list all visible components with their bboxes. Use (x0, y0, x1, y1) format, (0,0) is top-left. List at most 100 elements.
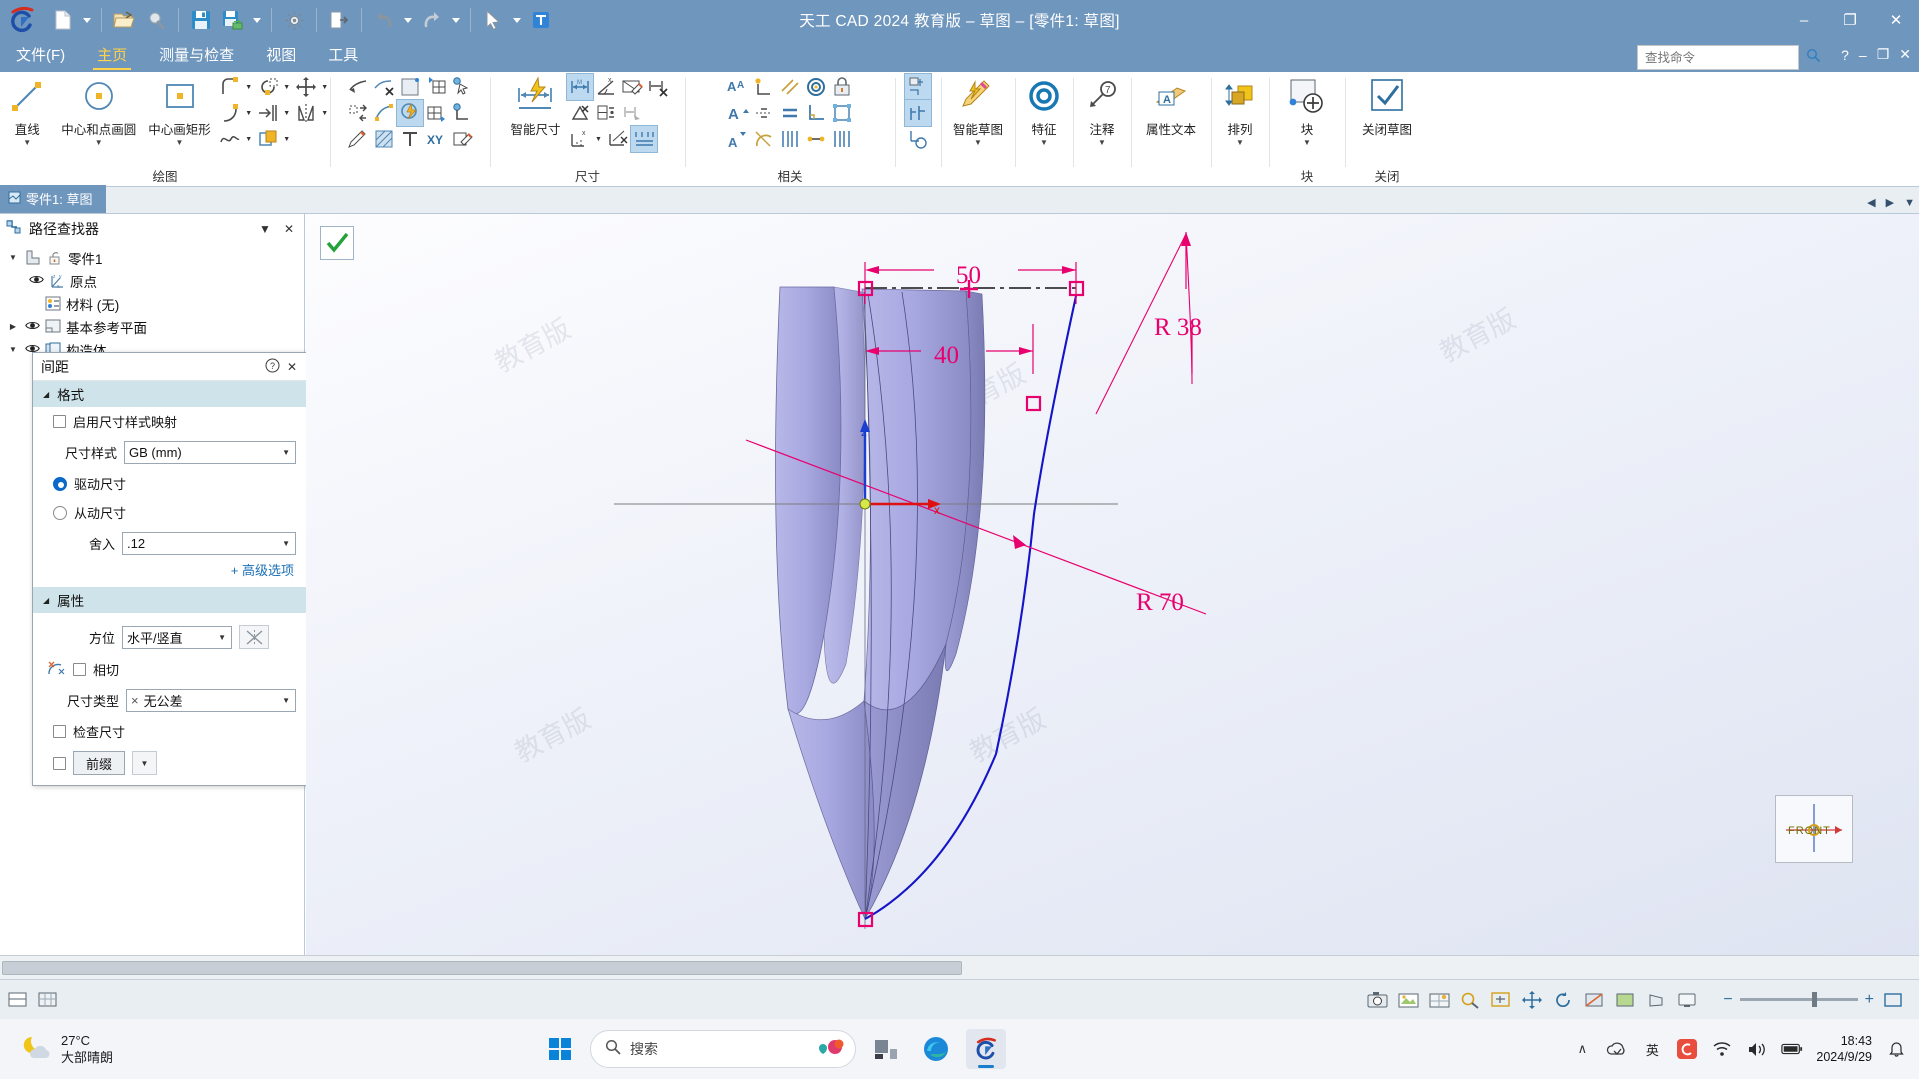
document-tab-part1-sketch[interactable]: 零件1: 草图 (0, 185, 107, 213)
taskview-icon[interactable] (866, 1029, 906, 1069)
battery-icon[interactable] (1781, 1038, 1803, 1060)
save-as-button[interactable] (218, 5, 248, 35)
save-button[interactable] (186, 5, 216, 35)
tree-item-origin[interactable]: zyx 原点 (6, 269, 304, 292)
font-more-icon[interactable]: A (725, 126, 751, 152)
tool-circle-center-point[interactable]: 中心和点画圆 ▼ (55, 72, 142, 147)
copy-shape-icon[interactable] (255, 126, 281, 152)
new-file-caret-icon[interactable] (80, 5, 94, 35)
fillet-icon[interactable] (217, 74, 243, 100)
curve-icon[interactable] (217, 126, 243, 152)
visibility-eye-icon[interactable] (24, 320, 40, 334)
feature-caret-icon[interactable]: ▼ (1040, 139, 1048, 147)
menu-tab-home[interactable]: 主页 (81, 41, 143, 72)
zoom-slider[interactable] (1739, 992, 1858, 1007)
spacing-dim-icon[interactable] (629, 125, 658, 153)
chevron-down-icon[interactable]: ▼ (282, 539, 290, 548)
maintain-relation-icon[interactable] (904, 73, 932, 101)
rounding-select[interactable]: .12 ▼ (122, 532, 296, 555)
offset-caret-icon[interactable]: ▼ (281, 100, 293, 126)
relate-icon[interactable] (345, 100, 371, 126)
select-tool-icon[interactable] (6, 989, 30, 1011)
ribbon-close-button[interactable]: ✕ (1899, 46, 1911, 63)
view-orientation-cube[interactable]: FRONT (1775, 795, 1853, 863)
save-as-caret-icon[interactable] (250, 5, 264, 35)
tiangong-cad-icon[interactable] (966, 1029, 1006, 1069)
command-search-box[interactable] (1637, 45, 1821, 70)
connect-icon[interactable] (751, 74, 777, 100)
curve-edit-icon[interactable] (371, 100, 397, 126)
dimension-type-select[interactable]: × 无公差 ▼ (126, 689, 296, 712)
chamfer-caret-icon[interactable]: ▼ (243, 100, 255, 126)
zoom-out-button[interactable]: − (1723, 991, 1732, 1009)
angle-dim-icon[interactable]: x (593, 74, 619, 100)
parallel-icon[interactable] (777, 74, 803, 100)
tangent-icon[interactable] (751, 126, 777, 152)
prefix-caret-button[interactable]: ▼ (132, 751, 157, 775)
section-icon[interactable] (1582, 989, 1606, 1011)
grid-toggle-icon[interactable] (36, 989, 60, 1011)
open-file-button[interactable] (109, 5, 139, 35)
tool-arrange[interactable]: 排列 ▼ (1212, 72, 1268, 147)
fillet-caret-icon[interactable]: ▼ (243, 74, 255, 100)
arrange-caret-icon[interactable]: ▼ (1236, 139, 1244, 147)
row-prefix[interactable]: 前缀 ▼ (33, 746, 306, 785)
tree-item-material[interactable]: 材料 (无) (6, 292, 304, 315)
options-button[interactable] (279, 5, 309, 35)
doc-nav-next-icon[interactable]: ▶ (1886, 196, 1894, 209)
maximize-button[interactable]: ❐ (1827, 0, 1873, 40)
command-search-input[interactable] (1645, 50, 1806, 65)
hatch-icon[interactable] (371, 126, 397, 152)
exit-button[interactable] (324, 5, 354, 35)
row-tangent[interactable]: 相切 (33, 654, 306, 684)
format-text-icon[interactable]: AA (725, 74, 751, 100)
menu-tab-view[interactable]: 视图 (250, 41, 312, 72)
widgets-icon[interactable] (815, 1036, 845, 1063)
dimension-label-r70[interactable]: R 70 (1136, 589, 1184, 617)
row-driving-dimension[interactable]: 驱动尺寸 (33, 469, 306, 498)
sketch-viewport[interactable]: 教育版 教育版 教育版 教育版 教育版 z x 50 40 R 38 R 70 … (306, 214, 1919, 955)
tool-feature[interactable]: 特征 ▼ (1016, 72, 1072, 147)
enable-mapping-checkbox[interactable] (53, 415, 66, 428)
perpendicular-icon[interactable] (449, 100, 475, 126)
font-size-icon[interactable]: A (725, 100, 751, 126)
grid-snap-icon[interactable] (423, 100, 449, 126)
sogou-icon[interactable] (1676, 1038, 1698, 1060)
block-caret-icon[interactable]: ▼ (1303, 139, 1311, 147)
dimension-label-r38[interactable]: R 38 (1154, 314, 1202, 342)
zoom-slider-thumb[interactable] (1811, 992, 1817, 1007)
tool-line[interactable]: 直线 ▼ (0, 72, 55, 147)
tool-block[interactable]: 块 ▼ (1279, 72, 1335, 147)
zoom-fit-icon[interactable] (1489, 989, 1513, 1011)
annotation-caret-icon[interactable]: ▼ (1098, 139, 1106, 147)
ordinate-caret-icon[interactable]: ▼ (593, 126, 605, 152)
taskbar-search-box[interactable]: 搜索 (590, 1030, 856, 1068)
curve-caret-icon[interactable]: ▼ (243, 126, 255, 152)
chevron-down-icon[interactable]: ▼ (282, 448, 290, 457)
rotate-icon[interactable] (1551, 989, 1575, 1011)
chevron-down-icon[interactable]: ▼ (218, 633, 226, 642)
tool-annotation[interactable]: 7 注释 ▼ (1074, 72, 1130, 147)
move-caret-icon[interactable]: ▼ (319, 74, 331, 100)
ordinate-dim-icon[interactable]: x (567, 126, 593, 152)
driven-dimension-radio[interactable] (53, 505, 67, 520)
tool-line-caret-icon[interactable]: ▼ (23, 139, 31, 147)
delete-relation-icon[interactable] (371, 74, 397, 100)
text-icon[interactable] (397, 126, 423, 152)
tool-smart-dimension[interactable]: 智能尺寸 (504, 72, 566, 138)
chevron-down-icon[interactable]: ▼ (282, 696, 290, 705)
visibility-eye-icon[interactable] (28, 274, 44, 288)
row-driven-dimension[interactable]: 从动尺寸 (33, 498, 306, 527)
select-arrow-button[interactable] (478, 5, 508, 35)
perspective-icon[interactable] (1644, 989, 1668, 1011)
display-icon[interactable] (1675, 989, 1699, 1011)
edge-icon[interactable] (916, 1029, 956, 1069)
inspect-dimension-checkbox[interactable] (53, 725, 66, 738)
ime-icon[interactable]: 英 (1641, 1038, 1663, 1060)
scrollbar-thumb[interactable] (2, 960, 962, 975)
horizontal-scrollbar[interactable] (0, 955, 1919, 979)
mirror-icon[interactable] (293, 100, 319, 126)
menu-tab-measure[interactable]: 测量与检查 (143, 41, 250, 72)
notification-bell-icon[interactable] (1885, 1038, 1907, 1060)
zoom-fit-button[interactable] (1881, 989, 1905, 1011)
